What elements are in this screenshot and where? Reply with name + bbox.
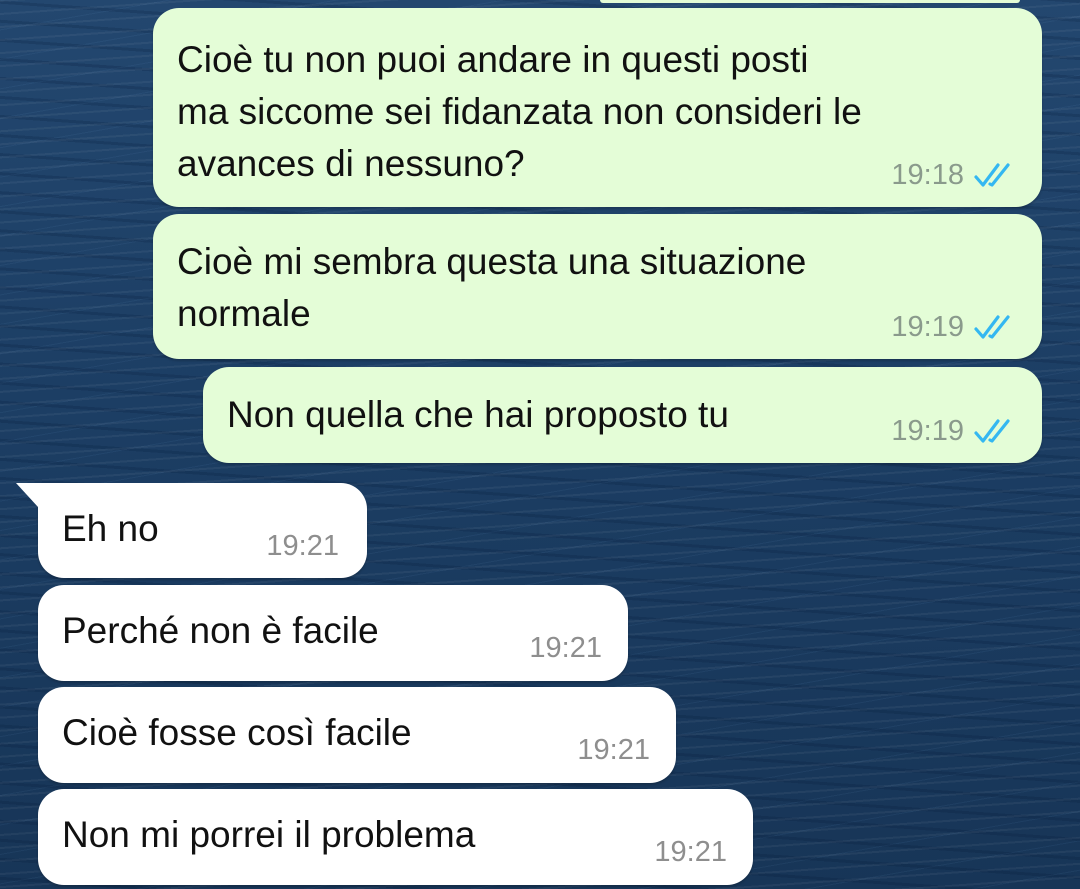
message-meta: 19:19 [891,414,1016,448]
message-text-line: Perché non è facile [62,610,379,651]
outgoing-message-bubble[interactable]: Non quella che hai proposto tu 19:19 [203,367,1042,463]
message-time: 19:19 [891,415,964,447]
message-meta: 19:18 [891,158,1016,192]
message-meta: 19:19 [891,310,1016,344]
bubble-tail [16,483,38,507]
message-time: 19:21 [577,734,650,766]
message-time: 19:21 [266,530,339,562]
message-meta: 19:21 [266,529,339,563]
message-text-line: ma siccome sei fidanzata non consideri l… [177,91,862,132]
message-meta: 19:21 [577,733,650,767]
double-check-read-icon [974,163,1010,187]
incoming-message-bubble[interactable]: Non mi porrei il problema 19:21 [38,789,753,885]
message-text-line: Cioè mi sembra questa una situazione [177,241,807,282]
message-text-line: Non mi porrei il problema [62,814,476,855]
double-check-read-icon [974,419,1010,443]
message-time: 19:21 [654,836,727,868]
incoming-message-bubble[interactable]: Cioè fosse così facile 19:21 [38,687,676,783]
message-meta: 19:21 [529,631,602,665]
message-time: 19:21 [529,632,602,664]
message-meta: 19:21 [654,835,727,869]
outgoing-message-bubble[interactable]: Cioè tu non puoi andare in questi posti … [153,8,1042,207]
message-text-line: avances di nessuno? [177,143,525,184]
previous-message-edge [600,0,1020,3]
message-text-line: normale [177,293,311,334]
message-text-line: Cioè fosse così facile [62,712,412,753]
outgoing-message-bubble[interactable]: Cioè mi sembra questa una situazione nor… [153,214,1042,359]
incoming-message-bubble[interactable]: Eh no 19:21 [16,483,367,578]
message-text-line: Non quella che hai proposto tu [227,394,729,435]
message-time: 19:18 [891,159,964,191]
message-time: 19:19 [891,311,964,343]
message-text-line: Eh no [62,508,159,549]
message-text-line: Cioè tu non puoi andare in questi posti [177,39,809,80]
incoming-message-bubble[interactable]: Perché non è facile 19:21 [38,585,628,681]
double-check-read-icon [974,315,1010,339]
